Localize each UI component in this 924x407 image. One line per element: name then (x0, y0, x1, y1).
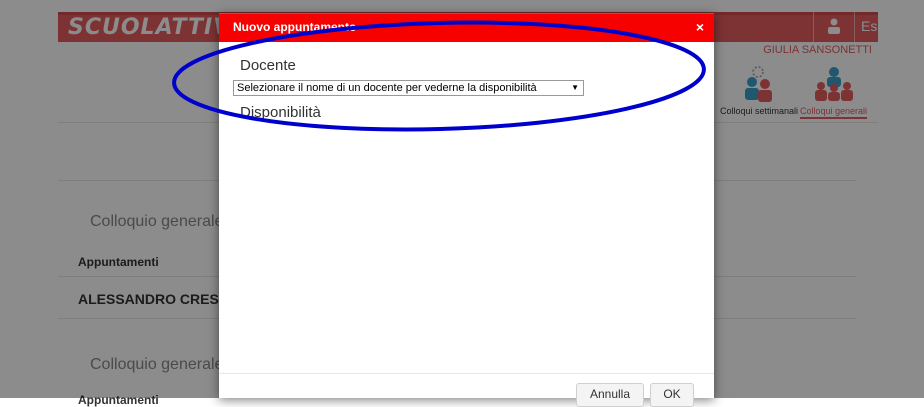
annotation-ellipse (172, 20, 706, 132)
